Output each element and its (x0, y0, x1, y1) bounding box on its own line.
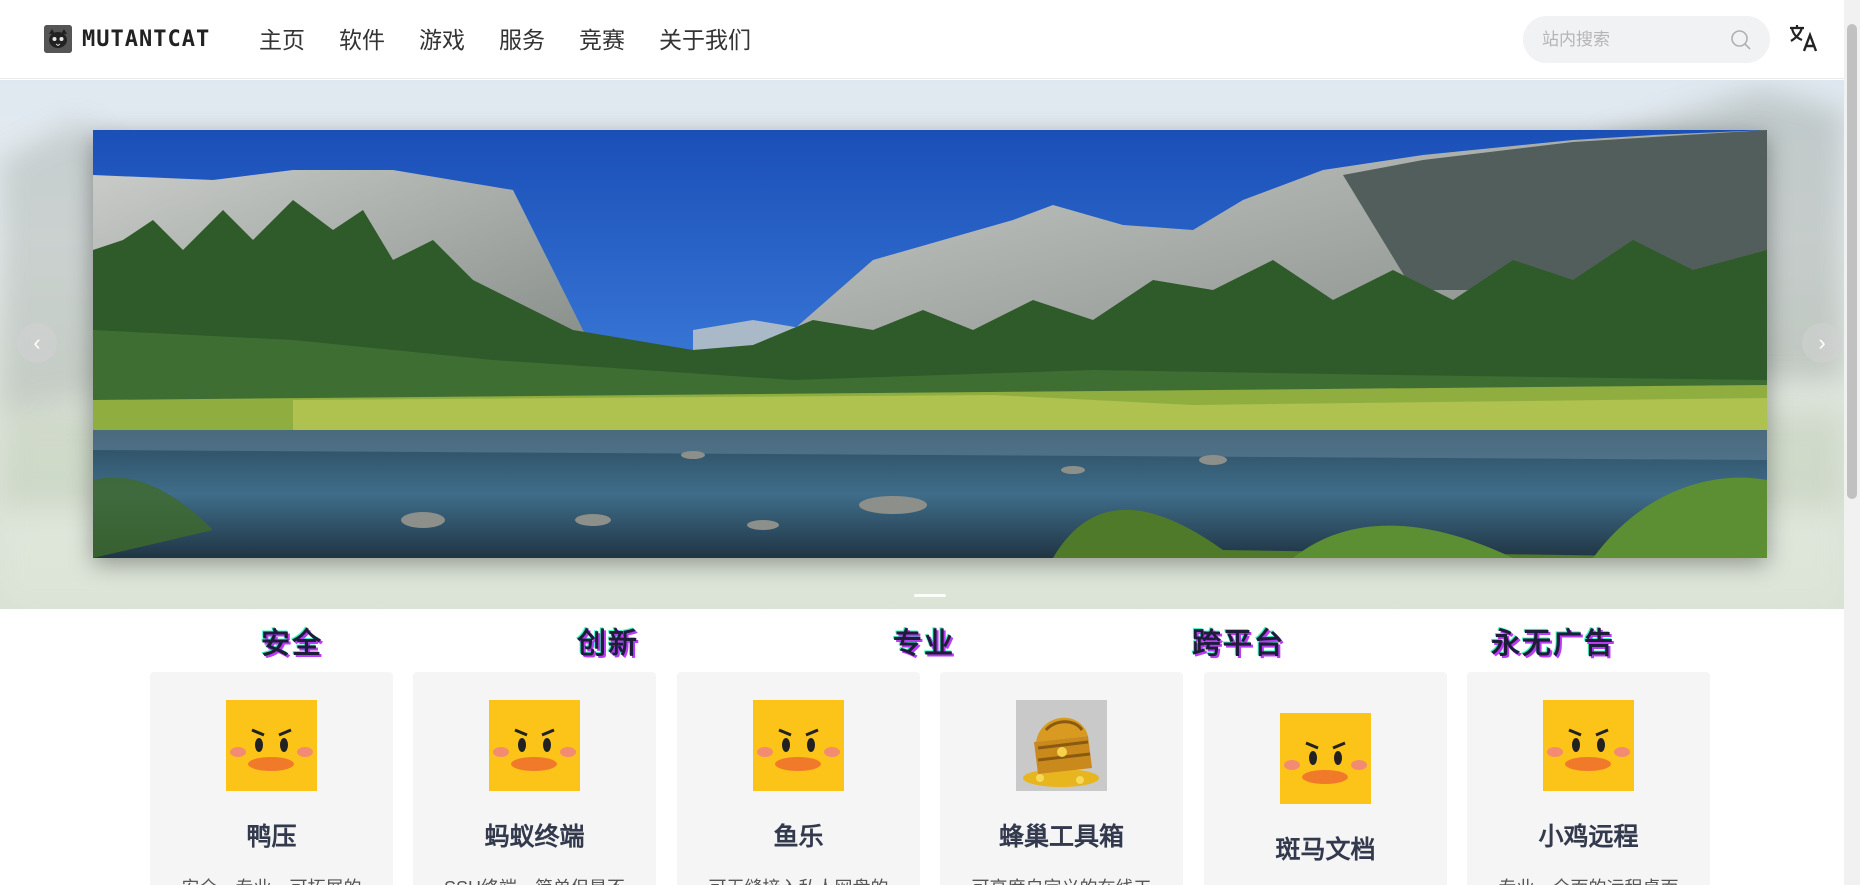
duck-icon (1543, 700, 1634, 791)
carousel-prev-button[interactable]: ‹ (17, 323, 57, 363)
nav-item-about[interactable]: 关于我们 (659, 22, 751, 58)
logo-text: MUTANTCAT (82, 26, 211, 52)
nav-item-services[interactable]: 服务 (499, 22, 545, 58)
search-input[interactable] (1542, 29, 1722, 50)
card-description: 可无缝接入私人网盘的 (677, 874, 920, 885)
product-card-fish-music[interactable]: 鱼乐 可无缝接入私人网盘的 (677, 672, 920, 885)
duck-icon (226, 700, 317, 791)
nav-item-games[interactable]: 游戏 (419, 22, 465, 58)
carousel-indicator[interactable] (914, 594, 946, 597)
site-logo[interactable]: MUTANTCAT (44, 25, 210, 53)
duck-icon (753, 700, 844, 791)
nav-item-software[interactable]: 软件 (339, 22, 385, 58)
duck-icon (1280, 713, 1371, 804)
search-icon[interactable] (1730, 29, 1752, 51)
feature-title-security: 安全 (261, 628, 324, 660)
card-name: 小鸡远程 (1538, 823, 1639, 851)
features-section: 安全 创新 专业 跨平台 永无广告 鸭压 安全、专业、可拓展的 蚂蚁终端 SSH… (0, 620, 1844, 885)
treasure-chest-icon (1016, 700, 1107, 791)
card-name: 鸭压 (246, 823, 297, 851)
duck-icon (489, 700, 580, 791)
product-card-ant-terminal[interactable]: 蚂蚁终端 SSH终端，简单但是不 (413, 672, 656, 885)
card-name: 鱼乐 (773, 823, 824, 851)
chevron-left-icon: ‹ (33, 330, 41, 355)
carousel-slide-image[interactable] (93, 130, 1767, 558)
cat-logo-icon (44, 25, 72, 53)
hero-carousel: ‹ › (0, 80, 1844, 609)
carousel-next-button[interactable]: › (1802, 323, 1842, 363)
nav-item-home[interactable]: 主页 (259, 22, 305, 58)
card-name: 蚂蚁终端 (484, 823, 585, 851)
card-description: SSH终端，简单但是不 (413, 874, 656, 885)
chevron-right-icon: › (1818, 330, 1826, 355)
product-card-duckpress[interactable]: 鸭压 安全、专业、可拓展的 (150, 672, 393, 885)
feature-title-professional: 专业 (893, 628, 956, 660)
scrollbar-thumb[interactable] (1847, 24, 1857, 499)
product-card-chick-remote[interactable]: 小鸡远程 专业、全面的远程桌面 (1467, 672, 1710, 885)
card-description: 专业、全面的远程桌面 (1467, 874, 1710, 885)
feature-title-no-ads: 永无广告 (1491, 628, 1616, 660)
feature-title-innovation: 创新 (577, 628, 640, 660)
nav-item-competitions[interactable]: 竞赛 (579, 22, 625, 58)
product-card-hive-toolbox[interactable]: 蜂巢工具箱 可高度自定义的在线工 (940, 672, 1183, 885)
search-box (1523, 16, 1770, 63)
feature-title-cross-platform: 跨平台 (1192, 628, 1286, 660)
top-navbar: MUTANTCAT 主页 软件 游戏 服务 竞赛 关于我们 (0, 0, 1844, 79)
translate-icon[interactable] (1788, 22, 1820, 54)
main-nav: 主页 软件 游戏 服务 竞赛 关于我们 (259, 22, 785, 58)
page-scrollbar[interactable] (1844, 0, 1860, 885)
card-name: 斑马文档 (1275, 836, 1376, 864)
card-description: 可高度自定义的在线工 (940, 874, 1183, 885)
card-name: 蜂巢工具箱 (998, 823, 1124, 851)
product-card-zebra-docs[interactable]: 斑马文档 (1204, 672, 1447, 885)
card-description: 安全、专业、可拓展的 (150, 874, 393, 885)
